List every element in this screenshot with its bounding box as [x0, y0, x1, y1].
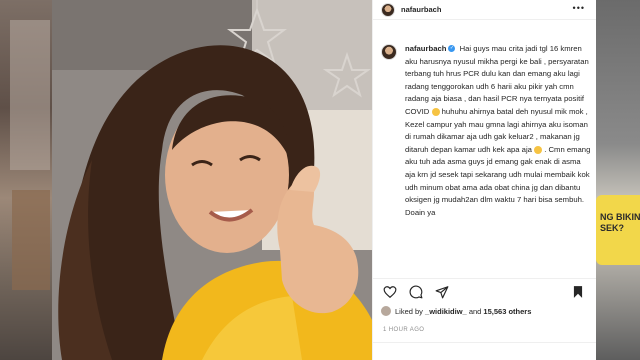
background-block [12, 190, 50, 290]
post-caption: nafaurbach ✓ Hai guys mau crita jadi tgl … [405, 43, 593, 219]
promo-text: NG BIKIN SEK? [600, 212, 640, 233]
post-actions [373, 278, 597, 304]
verified-badge-icon: ✓ [448, 45, 456, 53]
caption-avatar[interactable] [381, 44, 397, 60]
more-horizontal-icon[interactable]: ••• [573, 3, 585, 13]
instagram-post-panel: nafaurbach ••• nafaurbach ✓ Hai guys mau … [372, 0, 597, 360]
comment-icon[interactable] [409, 285, 423, 299]
screenshot-stage: nafaurbach ••• nafaurbach ✓ Hai guys mau … [0, 0, 640, 360]
emoji-icon [431, 107, 440, 116]
post-photo [52, 0, 372, 360]
avatar[interactable] [381, 306, 391, 316]
post-header: nafaurbach ••• [373, 0, 597, 20]
background-left-blur [0, 0, 52, 360]
emoji-icon [534, 145, 543, 154]
comment-input-bar[interactable] [373, 342, 597, 360]
likes-summary: Liked by _widikidiw_ and 15,563 others [381, 306, 531, 316]
bookmark-icon[interactable] [571, 285, 585, 299]
caption-text-part-3: . Cmn emang aku tuh ada asma guys jd ema… [405, 144, 591, 217]
post-photo-illustration [52, 0, 372, 360]
caption-area: nafaurbach ✓ Hai guys mau crita jadi tgl … [373, 20, 597, 278]
caption-username[interactable]: nafaurbach [405, 44, 446, 53]
likes-count[interactable]: 15,563 others [483, 307, 531, 316]
caption-text-part-1: Hai guys mau crita jadi tgl 16 kmren aku… [405, 44, 589, 116]
background-right-blur: NG BIKIN SEK? [596, 0, 640, 360]
post-username[interactable]: nafaurbach [401, 5, 441, 14]
liked-by-user[interactable]: _widikidiw_ [425, 307, 467, 316]
avatar[interactable] [381, 2, 395, 17]
likes-prefix: Liked by [395, 306, 423, 316]
background-block [10, 20, 50, 170]
heart-icon[interactable] [383, 285, 397, 299]
likes-connector: and [468, 306, 482, 316]
post-timestamp[interactable]: 1 HOUR AGO [383, 327, 424, 333]
share-icon[interactable] [435, 285, 449, 299]
